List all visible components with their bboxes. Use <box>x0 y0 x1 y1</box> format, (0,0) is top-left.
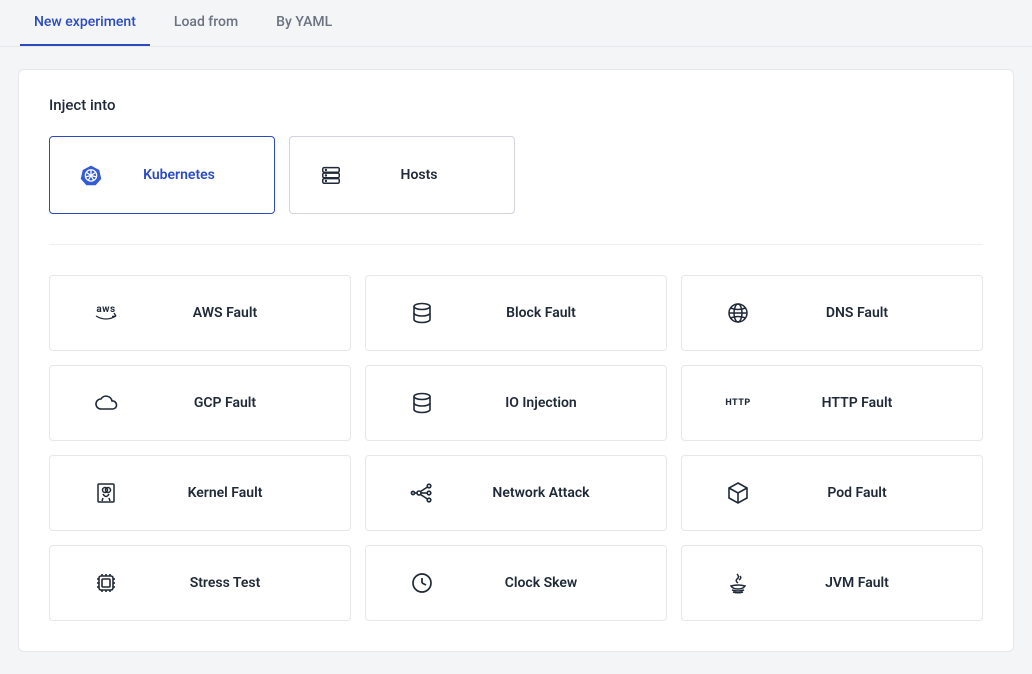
experiment-panel: Inject into <box>18 69 1014 652</box>
tab-new-experiment[interactable]: New experiment <box>20 0 150 46</box>
fault-card-pod[interactable]: Pod Fault <box>681 455 983 531</box>
fault-card-http[interactable]: HTTP HTTP Fault <box>681 365 983 441</box>
http-icon: HTTP <box>724 398 752 408</box>
fault-label: AWS Fault <box>120 305 330 321</box>
fault-card-clock[interactable]: Clock Skew <box>365 545 667 621</box>
kernel-icon <box>92 481 120 505</box>
fault-card-block[interactable]: Block Fault <box>365 275 667 351</box>
fault-label: DNS Fault <box>752 305 962 321</box>
tabs-bar: New experiment Load from By YAML <box>0 0 1032 47</box>
fault-label: Clock Skew <box>436 575 646 591</box>
hosts-icon <box>318 164 344 186</box>
fault-card-jvm[interactable]: JVM Fault <box>681 545 983 621</box>
target-row: Kubernetes Hosts <box>49 136 983 245</box>
kubernetes-icon <box>78 164 104 186</box>
fault-label: IO Injection <box>436 395 646 411</box>
io-icon <box>408 391 436 415</box>
tab-load-from[interactable]: Load from <box>160 0 252 46</box>
clock-icon <box>408 571 436 595</box>
pod-icon <box>724 481 752 505</box>
fault-card-aws[interactable]: aws AWS Fault <box>49 275 351 351</box>
tab-by-yaml[interactable]: By YAML <box>262 0 346 46</box>
section-title: Inject into <box>49 96 983 114</box>
jvm-icon <box>724 571 752 595</box>
fault-card-io[interactable]: IO Injection <box>365 365 667 441</box>
fault-label: Block Fault <box>436 305 646 321</box>
fault-card-network[interactable]: Network Attack <box>365 455 667 531</box>
fault-card-gcp[interactable]: GCP Fault <box>49 365 351 441</box>
fault-label: Kernel Fault <box>120 485 330 501</box>
fault-card-stress[interactable]: Stress Test <box>49 545 351 621</box>
fault-label: GCP Fault <box>120 395 330 411</box>
fault-label: JVM Fault <box>752 575 962 591</box>
fault-label: Stress Test <box>120 575 330 591</box>
fault-label: Network Attack <box>436 485 646 501</box>
target-label: Kubernetes <box>104 167 254 183</box>
stress-icon <box>92 571 120 595</box>
fault-card-dns[interactable]: DNS Fault <box>681 275 983 351</box>
block-icon <box>408 301 436 325</box>
target-card-hosts[interactable]: Hosts <box>289 136 515 214</box>
fault-label: HTTP Fault <box>752 395 962 411</box>
svg-text:aws: aws <box>96 304 115 315</box>
network-icon <box>408 481 436 505</box>
dns-icon <box>724 301 752 325</box>
fault-grid: aws AWS Fault Block Fault <box>49 275 983 621</box>
fault-label: Pod Fault <box>752 485 962 501</box>
gcp-icon <box>92 393 120 413</box>
target-label: Hosts <box>344 167 494 183</box>
target-card-kubernetes[interactable]: Kubernetes <box>49 136 275 214</box>
aws-icon: aws <box>92 302 120 324</box>
fault-card-kernel[interactable]: Kernel Fault <box>49 455 351 531</box>
